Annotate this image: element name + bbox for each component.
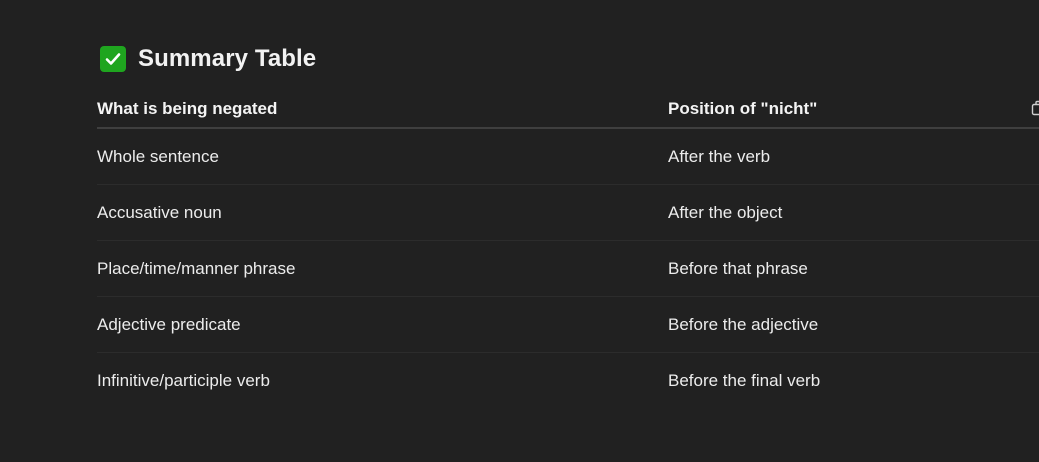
check-mark-icon <box>100 46 126 72</box>
table-cell: After the object <box>668 202 783 222</box>
table-cell: Adjective predicate <box>97 314 241 334</box>
table-cell: Before the adjective <box>668 314 819 334</box>
table-cell: Before that phrase <box>668 258 808 278</box>
table-row: Infinitive/participle verb Before the fi… <box>97 353 1039 409</box>
table-row: Accusative noun After the object <box>97 185 1039 241</box>
table-cell: Place/time/manner phrase <box>97 258 296 278</box>
table-row: Adjective predicate Before the adjective <box>97 297 1039 353</box>
column-header-position: Position of "nicht" <box>668 98 818 118</box>
table-row: Whole sentence After the verb <box>97 129 1039 185</box>
table-header-row: What is being negated Position of "nicht… <box>97 90 1039 129</box>
table-cell: After the verb <box>668 146 771 166</box>
table-cell: Whole sentence <box>97 146 219 166</box>
table-cell: Before the final verb <box>668 371 821 390</box>
table-cell: Accusative noun <box>97 202 222 222</box>
section-heading: Summary Table <box>100 44 316 74</box>
table-row: Place/time/manner phrase Before that phr… <box>97 241 1039 297</box>
section-title: Summary Table <box>138 45 317 72</box>
summary-table: What is being negated Position of "nicht… <box>97 90 1039 409</box>
column-header-negated: What is being negated <box>97 98 278 118</box>
copy-icon[interactable] <box>1031 100 1039 116</box>
table-cell: Infinitive/participle verb <box>97 371 270 390</box>
chat-message-content: Summary Table What is being negated Posi… <box>0 0 1039 462</box>
